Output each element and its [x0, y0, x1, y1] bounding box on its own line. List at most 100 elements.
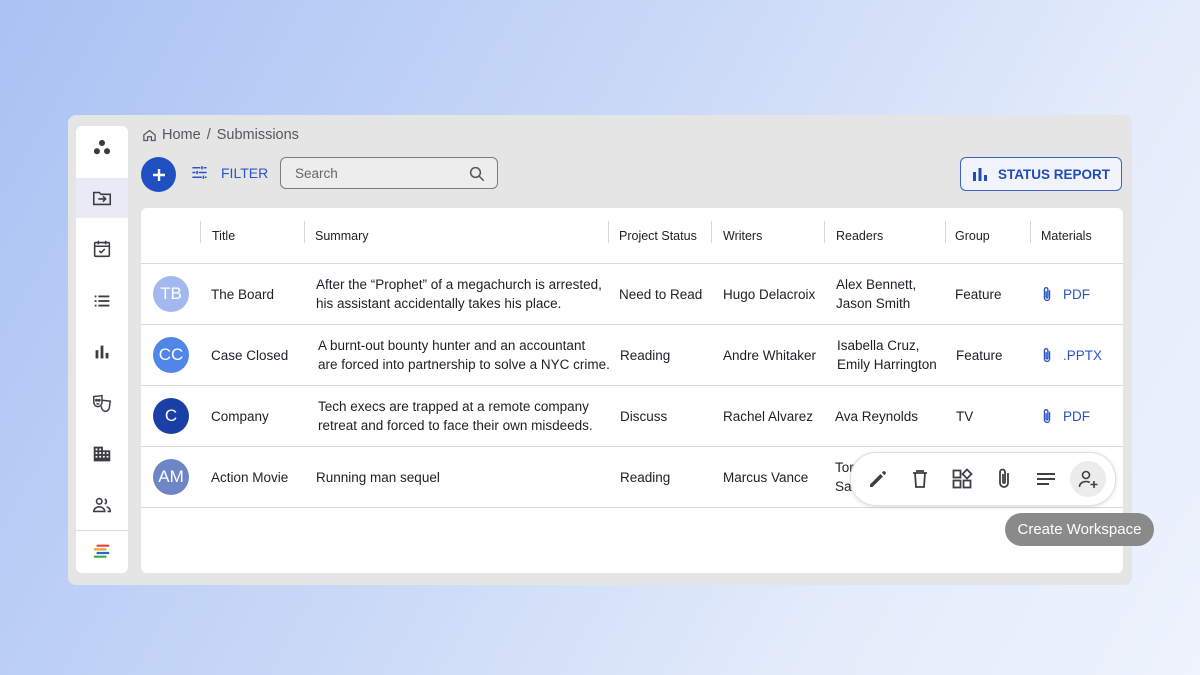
column-header-summary[interactable]: Summary	[315, 208, 368, 263]
material-link[interactable]: .PPTX	[1040, 325, 1102, 385]
workspace-icon	[952, 468, 973, 489]
delete-icon	[913, 470, 927, 488]
reader-name: Ava Reynolds	[835, 408, 919, 424]
avatar: AM	[153, 459, 189, 495]
status-cell: Reading	[620, 347, 671, 363]
add-button[interactable]	[141, 157, 176, 192]
edit-icon	[870, 471, 886, 487]
column-header-project-status[interactable]: Project Status	[619, 208, 697, 263]
plus-icon	[152, 168, 165, 181]
notes-icon	[1037, 473, 1055, 485]
summary-cell: After the “Prophet” of a megachurch is a…	[316, 264, 602, 324]
row-actions-bar	[850, 452, 1116, 506]
create-workspace-button[interactable]	[1070, 461, 1106, 497]
table-row[interactable]: TB The Board After the “Prophet” of a me…	[141, 264, 1123, 325]
submissions-table: Title Summary Project Status Writers Rea…	[141, 208, 1123, 573]
workspace-button[interactable]	[944, 461, 980, 497]
column-header-readers[interactable]: Readers	[836, 208, 883, 263]
summary-line: are forced into partnership to solve a N…	[318, 357, 610, 372]
reader-name: Alex Bennett,	[836, 277, 917, 292]
notes-button[interactable]	[1028, 461, 1064, 497]
attach-icon	[1043, 408, 1051, 423]
summary-line: his assistant accidentally takes his pla…	[316, 296, 562, 311]
title-cell: Action Movie	[211, 469, 289, 485]
avatar: CC	[153, 337, 189, 373]
readers-cell: Isabella Cruz, Emily Harrington	[837, 325, 937, 385]
summary-cell: A burnt-out bounty hunter and an account…	[318, 325, 610, 385]
writers-cell: Marcus Vance	[723, 469, 809, 485]
writers-cell: Andre Whitaker	[723, 347, 817, 363]
search-icon[interactable]	[468, 165, 486, 183]
building-icon	[93, 446, 111, 462]
add-person-icon	[1078, 470, 1098, 488]
group-cell: Feature	[955, 286, 1002, 302]
delete-button[interactable]	[902, 461, 938, 497]
writers-cell: Rachel Alvarez	[723, 408, 814, 424]
reader-name: Jason Smith	[836, 296, 911, 311]
app-logo[interactable]	[76, 128, 128, 168]
sidebar-item-submissions[interactable]	[76, 178, 128, 218]
list-icon	[94, 295, 110, 307]
writers-cell: Hugo Delacroix	[723, 286, 816, 302]
filter-label: FILTER	[221, 164, 269, 181]
avatar: C	[153, 398, 189, 434]
attach-button[interactable]	[986, 461, 1022, 497]
material-link[interactable]: PDF	[1040, 264, 1090, 324]
column-header-writers[interactable]: Writers	[723, 208, 762, 263]
edit-button[interactable]	[860, 461, 896, 497]
material-label: PDF	[1063, 408, 1090, 424]
status-cell: Need to Read	[619, 286, 703, 302]
attach-icon	[999, 468, 1009, 488]
search-input[interactable]	[293, 164, 457, 182]
status-cell: Discuss	[620, 408, 668, 424]
material-label: .PPTX	[1063, 347, 1103, 363]
sidebar-item-list[interactable]	[76, 281, 128, 321]
app-logo-icon	[93, 139, 111, 155]
avatar: TB	[153, 276, 189, 312]
sidebar-item-people[interactable]	[76, 485, 128, 525]
brand-logo	[76, 531, 128, 571]
sidebar-item-companies[interactable]	[76, 434, 128, 474]
status-report-label: STATUS REPORT	[997, 166, 1110, 182]
material-link[interactable]: PDF	[1040, 386, 1090, 446]
group-cell: TV	[956, 408, 974, 424]
summary-cell: Tech execs are trapped at a remote compa…	[318, 386, 593, 446]
calendar-check-icon	[93, 240, 111, 258]
sidebar	[76, 126, 128, 573]
column-header-materials[interactable]: Materials	[1041, 208, 1092, 263]
search-field[interactable]	[280, 157, 498, 189]
title-cell: Company	[211, 408, 269, 424]
summary-line: A burnt-out bounty hunter and an account…	[318, 338, 586, 353]
breadcrumb-current: Submissions	[216, 127, 299, 143]
title-cell: The Board	[211, 286, 275, 302]
breadcrumb-separator: /	[206, 127, 211, 143]
material-label: PDF	[1063, 286, 1090, 302]
attach-icon	[1043, 347, 1051, 362]
table-row[interactable]: CC Case Closed A burnt-out bounty hunter…	[141, 325, 1123, 386]
summary-line: retreat and forced to face their own mis…	[318, 418, 593, 433]
tooltip: Create Workspace	[1005, 513, 1154, 546]
attach-icon	[1043, 286, 1051, 301]
readers-cell: Alex Bennett, Jason Smith	[836, 264, 916, 324]
sidebar-item-reports[interactable]	[76, 332, 128, 372]
tune-icon	[192, 166, 207, 179]
breadcrumb: Home / Submissions	[142, 127, 299, 143]
column-header-title[interactable]: Title	[212, 208, 235, 263]
summary-line: After the “Prophet” of a megachurch is a…	[316, 277, 602, 292]
table-row[interactable]: C Company Tech execs are trapped at a re…	[141, 386, 1123, 447]
breadcrumb-home[interactable]: Home	[162, 127, 201, 143]
bar-chart-icon	[972, 168, 987, 181]
sidebar-item-calendar[interactable]	[76, 229, 128, 269]
column-header-group[interactable]: Group	[955, 208, 990, 263]
theater-masks-icon	[93, 394, 112, 413]
people-icon	[92, 497, 112, 513]
sidebar-item-theater[interactable]	[76, 383, 128, 423]
filter-button[interactable]: FILTER	[190, 163, 268, 182]
reader-name: Isabella Cruz,	[837, 338, 920, 353]
brand-stripes-icon	[93, 544, 110, 558]
bar-chart-icon	[95, 345, 109, 359]
reader-name: Emily Harrington	[837, 357, 937, 372]
status-report-button[interactable]: STATUS REPORT	[960, 157, 1122, 191]
group-cell: Feature	[956, 347, 1003, 363]
home-icon	[143, 129, 156, 141]
